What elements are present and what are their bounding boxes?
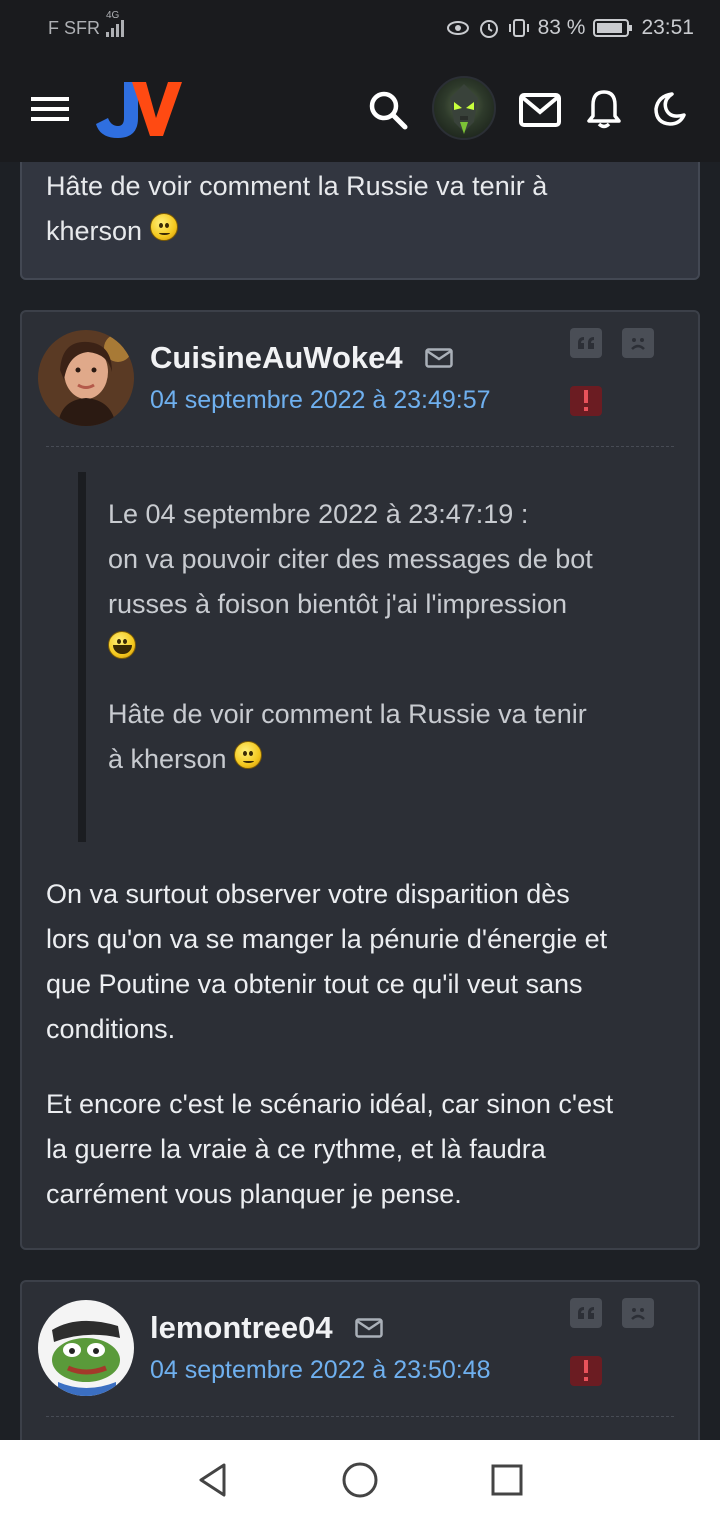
paragraph-line: Et encore c'est le scénario idéal, car s…: [46, 1089, 614, 1119]
author-avatar[interactable]: [38, 330, 134, 426]
post-header-divider: [46, 1416, 674, 1417]
smiley-emoji-icon: [234, 740, 263, 769]
report-button[interactable]: [570, 386, 602, 416]
alarm-icon: [479, 20, 498, 38]
author-pseudo[interactable]: lemontree04: [150, 1310, 383, 1346]
post-date-link[interactable]: 04 septembre 2022 à 23:49:57: [150, 386, 491, 415]
paragraph-line: conditions.: [46, 1014, 176, 1044]
paragraph-line: carrément vous planquer je pense.: [46, 1179, 462, 1209]
report-button[interactable]: [570, 1356, 602, 1386]
battery-icon: [593, 19, 633, 37]
signal-icon: 4G: [106, 10, 124, 37]
previous-post-line: Hâte de voir comment la Russie va tenir …: [46, 171, 548, 201]
blacklist-button[interactable]: [622, 1298, 654, 1328]
laughing-emoji-icon: [108, 630, 136, 659]
quote-line: on va pouvoir citer des messages de bot: [108, 544, 593, 574]
quote-button[interactable]: [570, 1298, 602, 1328]
topic-content: Hâte de voir comment la Russie va tenir …: [0, 162, 720, 1440]
send-mp-icon[interactable]: [424, 348, 453, 368]
quote-button[interactable]: [570, 328, 602, 358]
system-nav-bar: [0, 1440, 720, 1520]
network-type: 4G: [106, 9, 120, 21]
post-card: CuisineAuWoke4 04 septembre 2022 à 23:49…: [20, 310, 700, 1250]
jv-logo[interactable]: [94, 74, 184, 144]
send-mp-icon[interactable]: [354, 1318, 383, 1338]
paragraph-line: On va surtout observer votre disparition…: [46, 879, 570, 909]
user-avatar[interactable]: [432, 76, 496, 140]
quote-line: Hâte de voir comment la Russie va tenir: [108, 699, 587, 729]
hamburger-menu-icon[interactable]: [28, 90, 72, 128]
vibrate-icon: [508, 19, 529, 37]
moon-icon[interactable]: [646, 86, 690, 132]
eye-icon: [446, 21, 469, 35]
recents-icon[interactable]: [477, 1450, 537, 1510]
previous-post-body: Hâte de voir comment la Russie va tenir …: [46, 164, 547, 254]
battery-percent: 83 %: [537, 16, 586, 39]
previous-post-card: Hâte de voir comment la Russie va tenir …: [20, 162, 700, 280]
sad-face-icon: [631, 1308, 645, 1320]
status-left: F SFR 4G: [48, 10, 124, 39]
status-right: 83 % 23:51: [446, 16, 694, 40]
home-icon[interactable]: [330, 1450, 390, 1510]
post-paragraph: Et encore c'est le scénario idéal, car s…: [46, 1082, 686, 1217]
back-icon[interactable]: [183, 1450, 243, 1510]
author-avatar[interactable]: [38, 1300, 134, 1396]
previous-post-line-2: kherson: [46, 209, 547, 254]
author-pseudo[interactable]: CuisineAuWoke4: [150, 340, 453, 376]
post-card: lemontree04 04 septembre 2022 à 23:50:48: [20, 1280, 700, 1440]
post-date-link[interactable]: 04 septembre 2022 à 23:50:48: [150, 1356, 491, 1385]
quote-line: russes à foison bientôt j'ai l'impressio…: [108, 589, 568, 619]
quote-header: Le 04 septembre 2022 à 23:47:19 :: [108, 499, 529, 529]
post-header-divider: [46, 446, 674, 447]
carrier-label: F SFR: [48, 17, 100, 38]
quote-icon: [578, 1307, 594, 1319]
alert-icon: [584, 390, 588, 411]
mail-icon[interactable]: [516, 88, 564, 132]
smiley-emoji-icon: [149, 212, 178, 241]
blacklist-button[interactable]: [622, 328, 654, 358]
quote-icon: [578, 337, 594, 349]
paragraph-line: lors qu'on va se manger la pénurie d'éne…: [46, 924, 608, 954]
quote-line-last: à kherson: [108, 737, 668, 782]
sad-face-icon: [631, 338, 645, 350]
quote-line-emoji: [108, 627, 668, 672]
search-icon[interactable]: [364, 86, 412, 134]
paragraph-line: la guerre la vraie à ce rythme, et là fa…: [46, 1134, 546, 1164]
post-paragraph: On va surtout observer votre disparition…: [46, 872, 686, 1052]
paragraph-line: que Poutine va obtenir tout ce qu'il veu…: [46, 969, 583, 999]
blockquote: Le 04 septembre 2022 à 23:47:19 : on va …: [78, 472, 668, 842]
alert-icon: [584, 1360, 588, 1381]
status-bar: F SFR 4G 83 % 23:51: [0, 0, 720, 56]
bell-icon[interactable]: [582, 86, 626, 132]
clock: 23:51: [641, 16, 694, 39]
app-header: [0, 56, 720, 162]
